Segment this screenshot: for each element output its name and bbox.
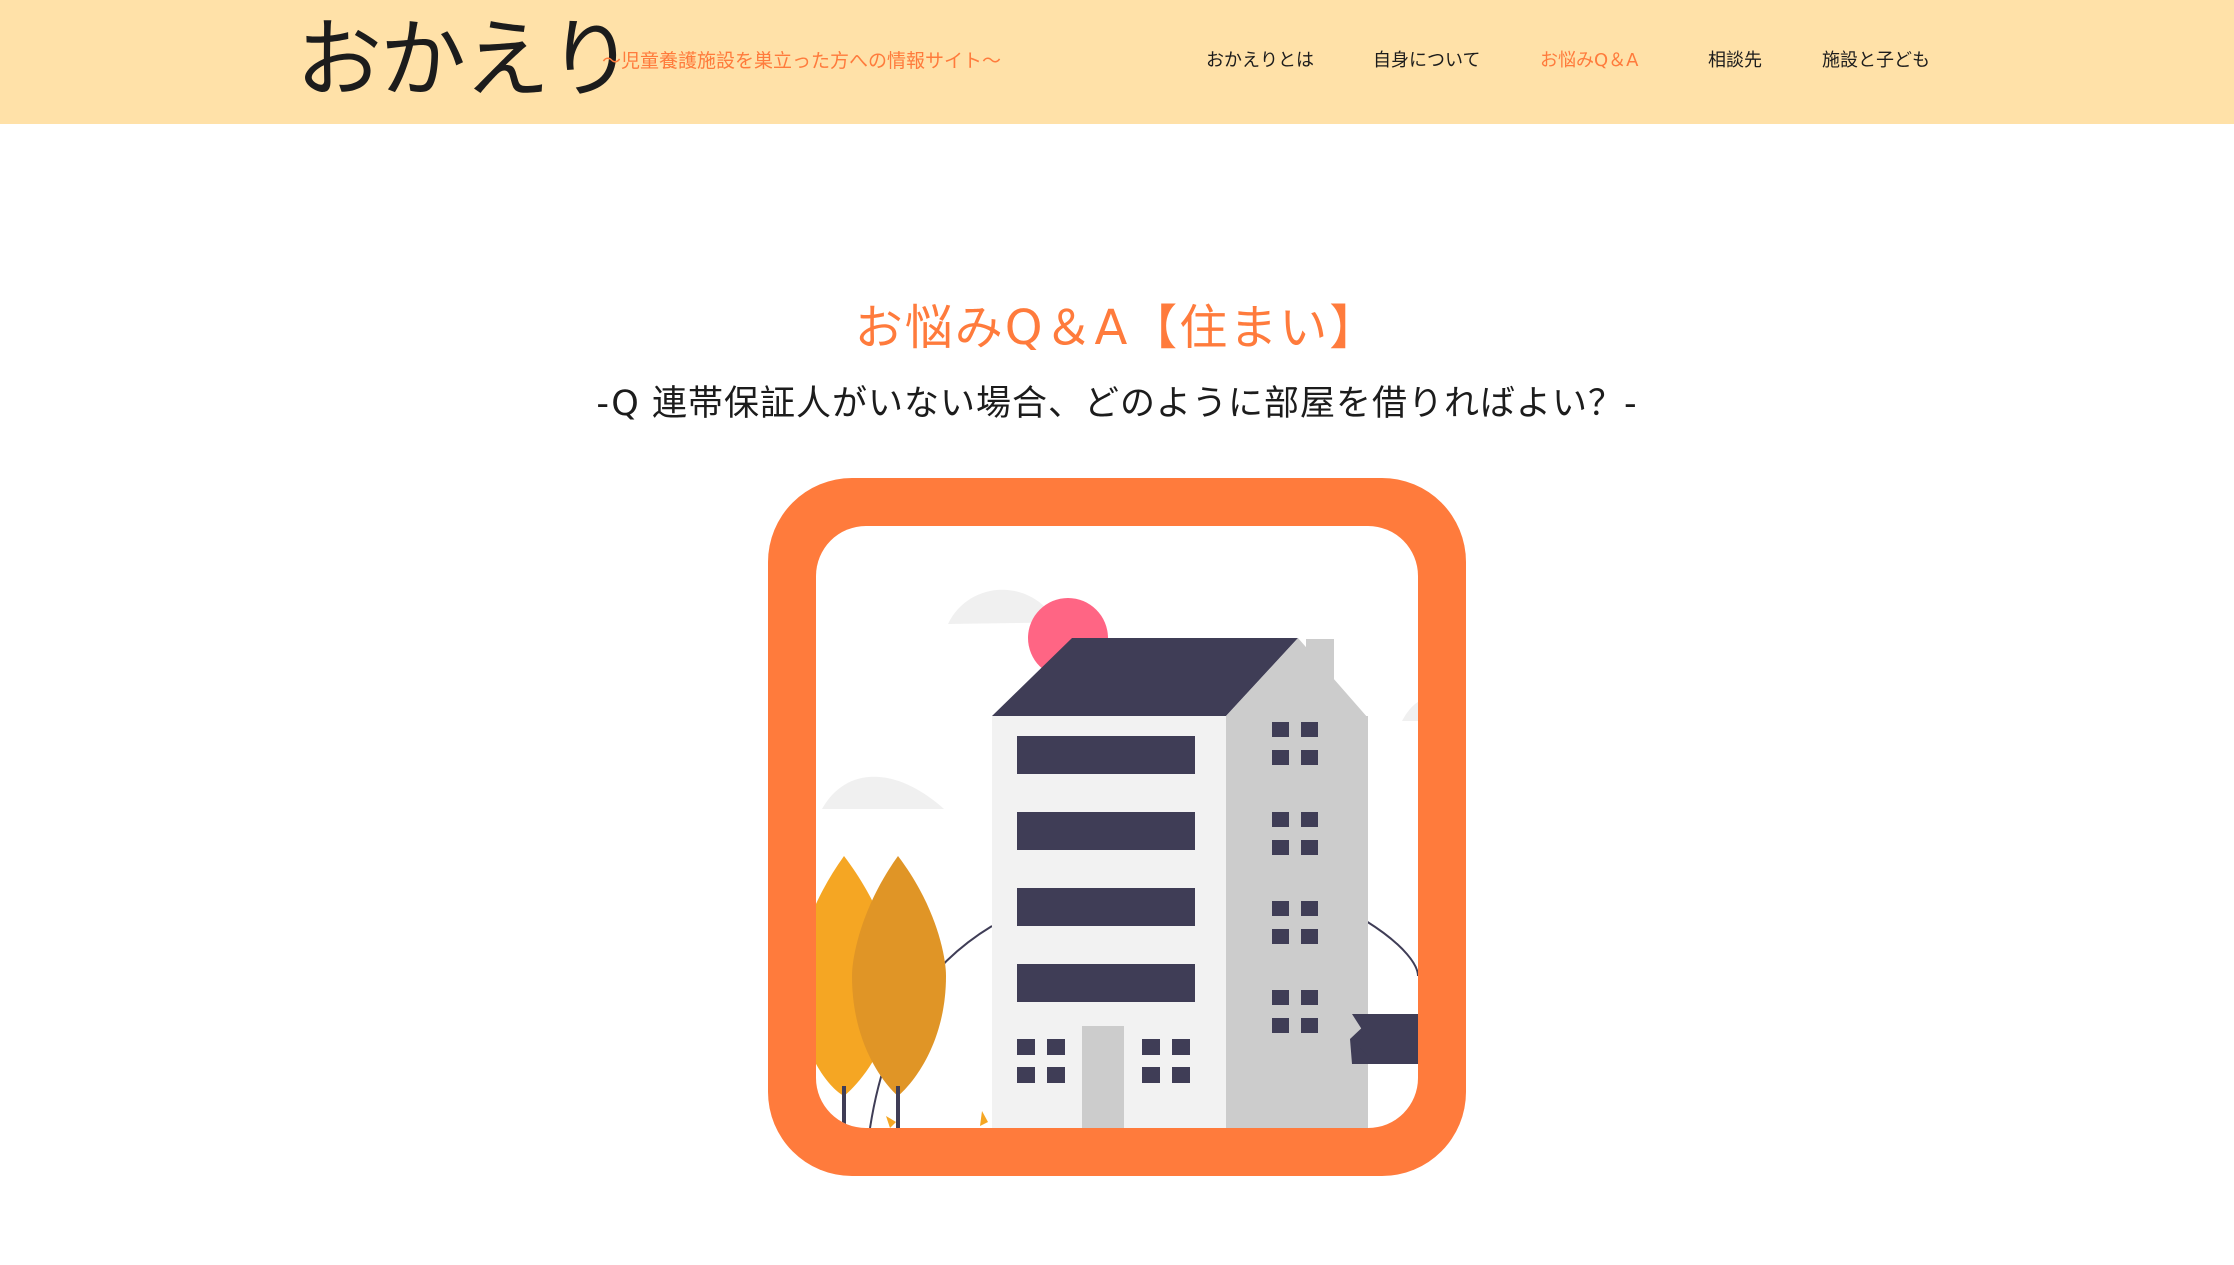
site-header: おかえり 〜児童養護施設を巣立った方への情報サイト〜 おかえりとは 自身について… xyxy=(0,0,2234,124)
nav-item-self[interactable]: 自身について xyxy=(1373,47,1480,75)
question-subtitle: -Q 連帯保証人がいない場合、どのように部屋を借りればよい？- xyxy=(596,384,1638,424)
window-band xyxy=(1017,736,1195,774)
ground-arc xyxy=(1365,920,1418,977)
window-band xyxy=(1017,964,1195,1002)
window xyxy=(1142,1067,1160,1083)
door xyxy=(1082,1026,1124,1128)
main-nav: おかえりとは 自身について お悩みQ＆A 相談先 施設と子ども xyxy=(1200,47,1940,77)
image-frame xyxy=(768,478,1466,1176)
cloud-icon xyxy=(1402,702,1418,721)
window-band xyxy=(1017,812,1195,850)
window xyxy=(1047,1039,1065,1055)
window xyxy=(1017,1039,1035,1055)
site-tagline: 〜児童養護施設を巣立った方への情報サイト〜 xyxy=(602,50,1002,72)
nav-item-about[interactable]: おかえりとは xyxy=(1206,47,1314,75)
window-band xyxy=(1017,888,1195,926)
image-frame-inner xyxy=(816,526,1418,1128)
nav-item-consult[interactable]: 相談先 xyxy=(1708,47,1762,75)
window xyxy=(1172,1039,1190,1055)
window xyxy=(1172,1067,1190,1083)
site-logo[interactable]: おかえり xyxy=(296,10,634,110)
nav-item-qa[interactable]: お悩みQ＆A xyxy=(1540,47,1638,75)
leaf-icon xyxy=(886,1116,896,1128)
window xyxy=(1017,1067,1035,1083)
leaf-icon xyxy=(980,1111,988,1126)
window xyxy=(1047,1067,1065,1083)
page: おかえり 〜児童養護施設を巣立った方への情報サイト〜 おかえりとは 自身について… xyxy=(0,0,2234,1265)
window xyxy=(1142,1039,1160,1055)
page-title: お悩みQ＆A【住まい】 xyxy=(854,300,1380,356)
apartment-building-illustration xyxy=(816,589,1418,1128)
building-side xyxy=(1226,716,1368,1128)
nav-item-facility[interactable]: 施設と子ども xyxy=(1822,47,1930,75)
cloud-icon xyxy=(822,776,944,809)
